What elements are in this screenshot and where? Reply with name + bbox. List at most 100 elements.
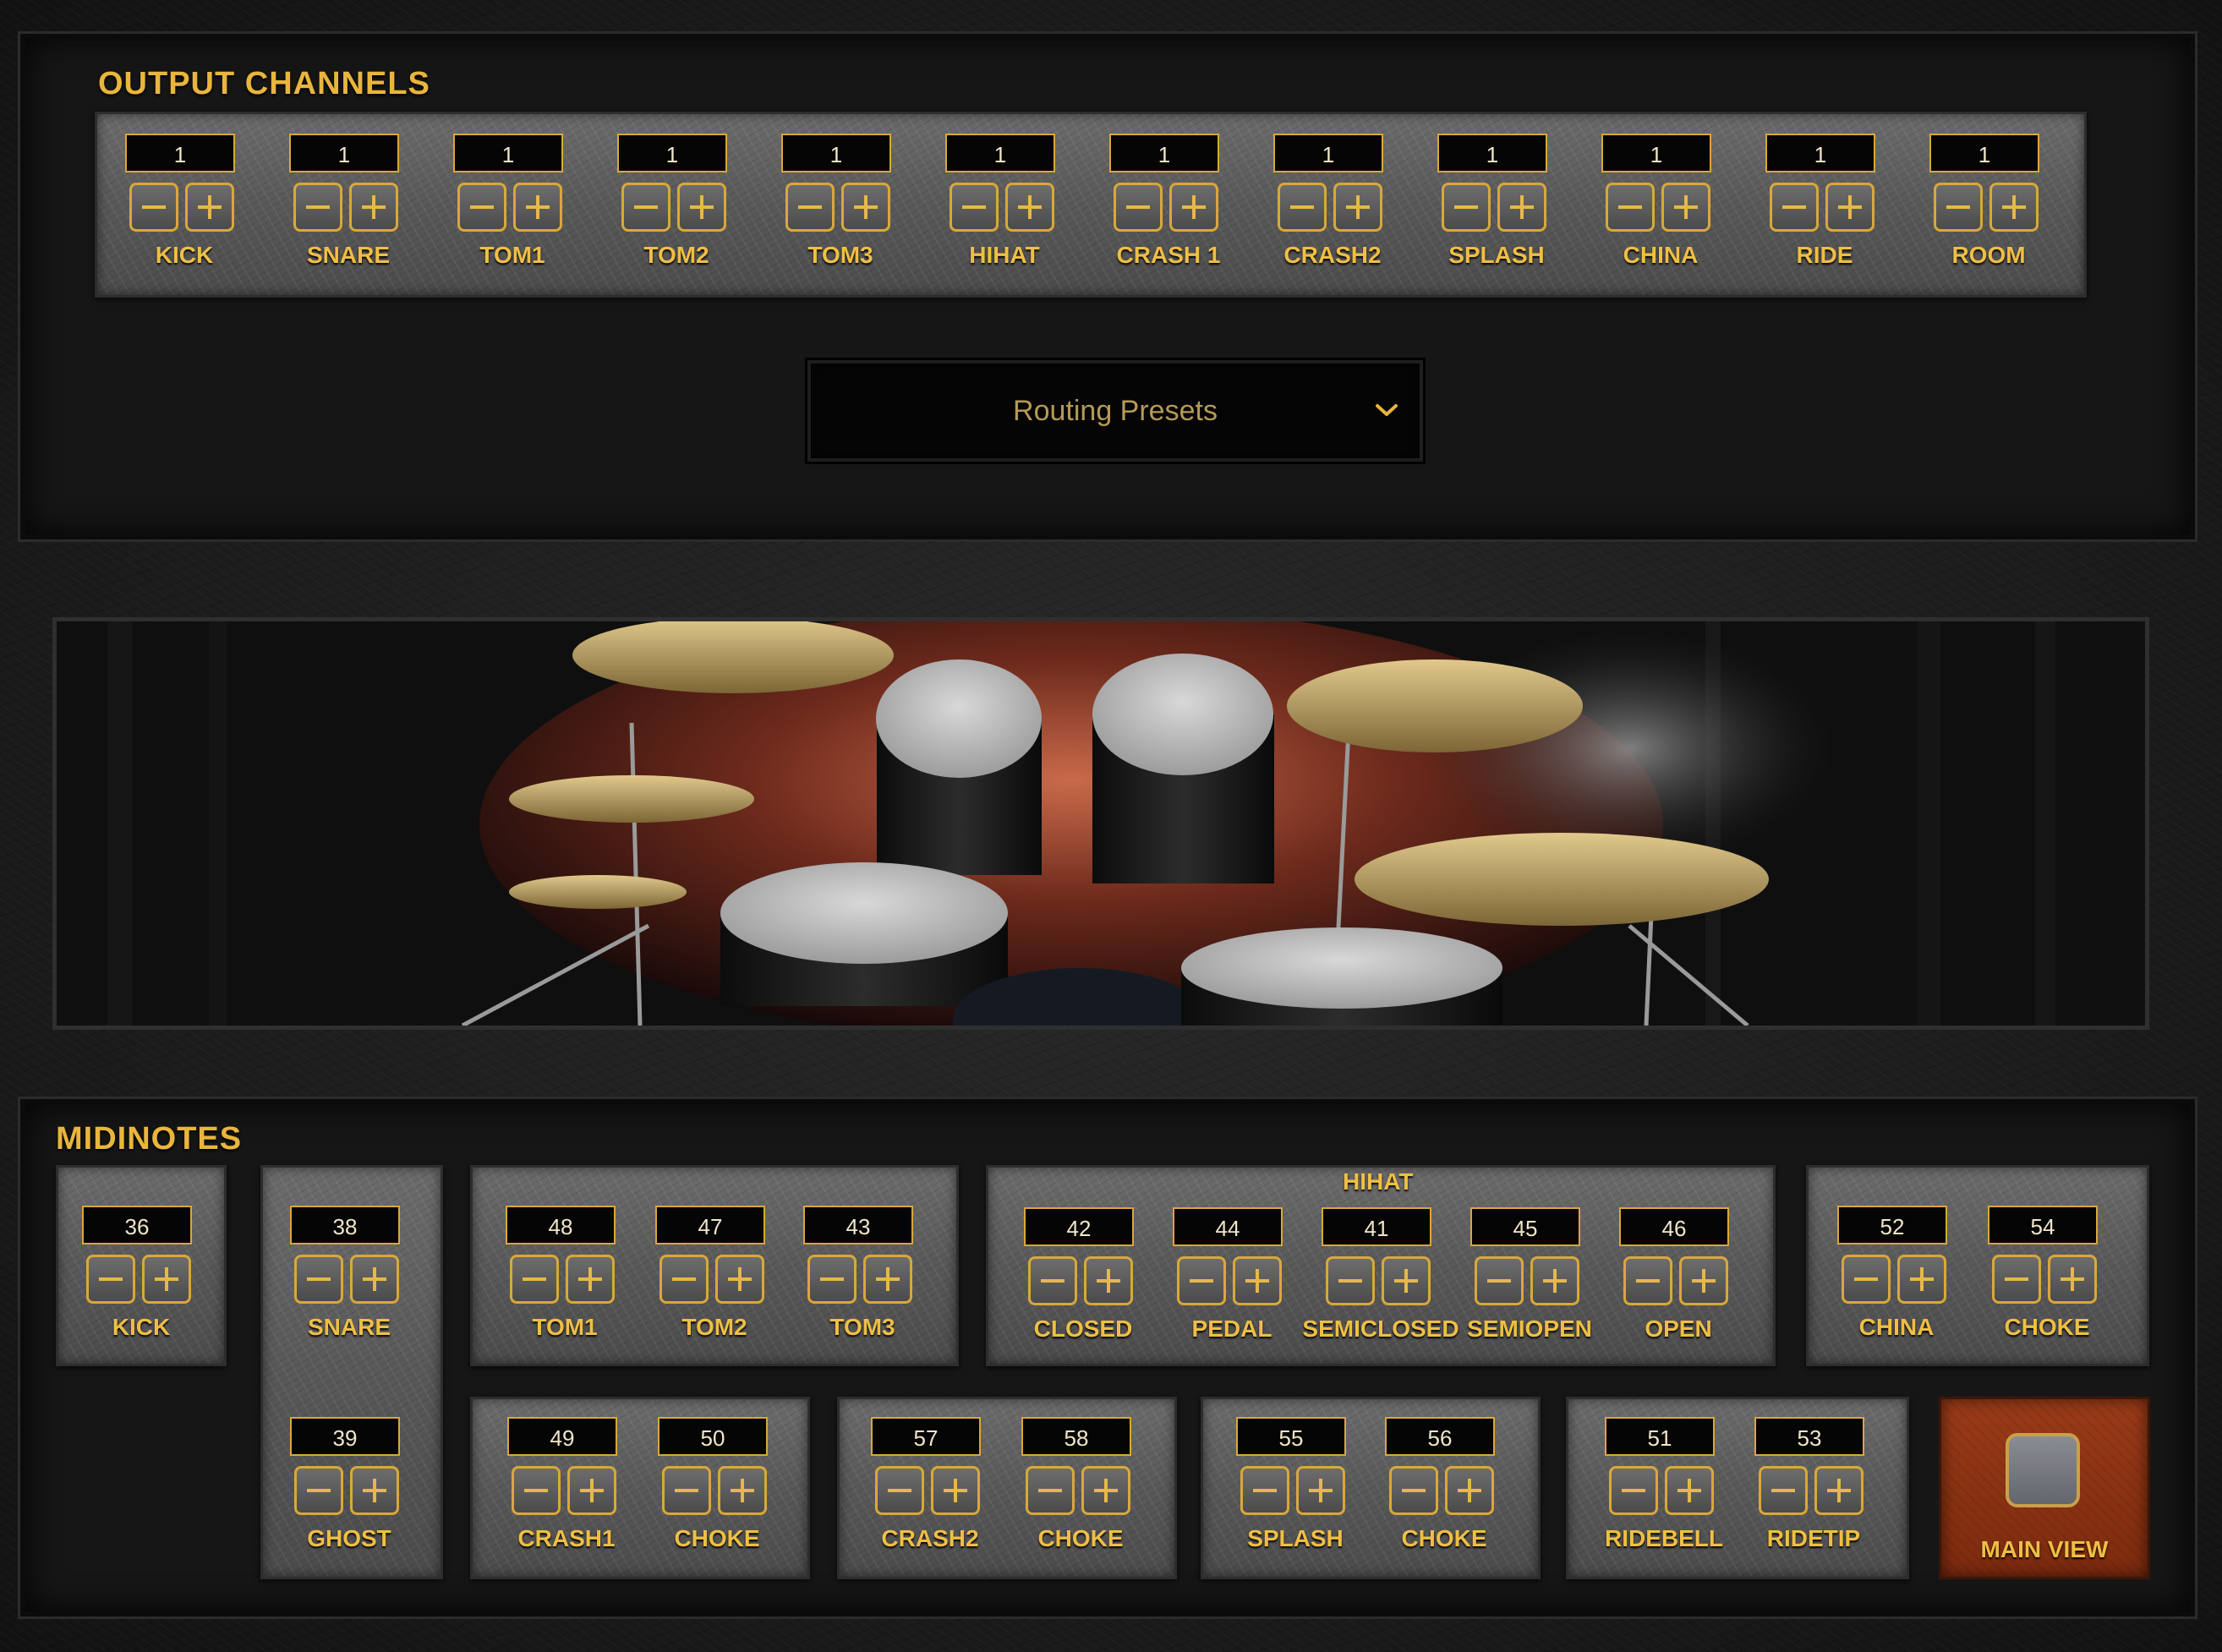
- midi-hihat-semiclosed-increment-button[interactable]: [1382, 1256, 1431, 1305]
- midi-china-decrement-button[interactable]: [1842, 1255, 1891, 1304]
- midi-tom1-increment-button[interactable]: [566, 1255, 615, 1304]
- midi-splash-increment-button[interactable]: [1296, 1466, 1345, 1515]
- midi-tom1-decrement-button[interactable]: [510, 1255, 559, 1304]
- midi-splash-choke-value-display[interactable]: 56: [1385, 1417, 1495, 1456]
- output-room-increment-button[interactable]: [1989, 183, 2039, 232]
- midi-hihat-semiclosed-decrement-button[interactable]: [1326, 1256, 1375, 1305]
- midi-china-choke-decrement-button[interactable]: [1992, 1255, 2041, 1304]
- output-tom1-decrement-button[interactable]: [457, 183, 506, 232]
- midi-tom1-value-display[interactable]: 48: [506, 1206, 616, 1244]
- main-view-button[interactable]: MAIN VIEW: [1939, 1397, 2150, 1579]
- midi-hihat-closed-increment-button[interactable]: [1084, 1256, 1133, 1305]
- midi-kick-increment-button[interactable]: [142, 1255, 191, 1304]
- midi-hihat-open-increment-button[interactable]: [1679, 1256, 1728, 1305]
- midi-tom3-value-display[interactable]: 43: [803, 1206, 913, 1244]
- output-ride-decrement-button[interactable]: [1770, 183, 1819, 232]
- midi-hihat-open-decrement-button[interactable]: [1623, 1256, 1672, 1305]
- midi-hihat-semiclosed-value-display[interactable]: 41: [1322, 1207, 1431, 1246]
- midi-splash-choke-increment-button[interactable]: [1445, 1466, 1494, 1515]
- output-crash2-decrement-button[interactable]: [1278, 183, 1327, 232]
- midi-tom2-value-display[interactable]: 47: [655, 1206, 765, 1244]
- output-tom3-decrement-button[interactable]: [785, 183, 835, 232]
- output-tom2-decrement-button[interactable]: [621, 183, 670, 232]
- midi-hihat-pedal-value-display[interactable]: 44: [1173, 1207, 1283, 1246]
- output-tom2-increment-button[interactable]: [677, 183, 726, 232]
- midi-crash1-increment-button[interactable]: [567, 1466, 616, 1515]
- midi-splash-decrement-button[interactable]: [1240, 1466, 1289, 1515]
- output-kick-increment-button[interactable]: [185, 183, 234, 232]
- midi-hihat-semiopen-decrement-button[interactable]: [1475, 1256, 1524, 1305]
- output-tom1-value-display[interactable]: 1: [453, 134, 563, 172]
- midi-snare-increment-button[interactable]: [350, 1255, 399, 1304]
- midi-tom3-increment-button[interactable]: [863, 1255, 912, 1304]
- midi-ridebell-increment-button[interactable]: [1665, 1466, 1714, 1515]
- output-snare-increment-button[interactable]: [349, 183, 398, 232]
- output-splash-value-display[interactable]: 1: [1437, 134, 1547, 172]
- midi-ridetip-decrement-button[interactable]: [1759, 1466, 1808, 1515]
- midi-tom2-increment-button[interactable]: [715, 1255, 764, 1304]
- output-hihat-decrement-button[interactable]: [950, 183, 999, 232]
- midi-ghost-decrement-button[interactable]: [294, 1466, 343, 1515]
- output-snare-value-display[interactable]: 1: [289, 134, 399, 172]
- output-tom2-value-display[interactable]: 1: [617, 134, 727, 172]
- midi-crash1-decrement-button[interactable]: [512, 1466, 561, 1515]
- midi-crash2-value-display[interactable]: 57: [871, 1417, 981, 1456]
- midi-splash-choke-decrement-button[interactable]: [1389, 1466, 1438, 1515]
- output-ride-increment-button[interactable]: [1825, 183, 1874, 232]
- midi-china-increment-button[interactable]: [1897, 1255, 1946, 1304]
- midi-ridetip-increment-button[interactable]: [1814, 1466, 1864, 1515]
- midi-crash2-increment-button[interactable]: [931, 1466, 980, 1515]
- output-hihat-increment-button[interactable]: [1005, 183, 1054, 232]
- midi-hihat-pedal-increment-button[interactable]: [1233, 1256, 1282, 1305]
- midi-tom3-decrement-button[interactable]: [807, 1255, 857, 1304]
- midi-hihat-closed-decrement-button[interactable]: [1028, 1256, 1077, 1305]
- output-room-value-display[interactable]: 1: [1929, 134, 2039, 172]
- midi-china-choke-increment-button[interactable]: [2048, 1255, 2097, 1304]
- output-tom3-value-display[interactable]: 1: [781, 134, 891, 172]
- midi-china-choke-value-display[interactable]: 54: [1988, 1206, 2098, 1244]
- output-ride-value-display[interactable]: 1: [1765, 134, 1875, 172]
- midi-china-value-display[interactable]: 52: [1837, 1206, 1947, 1244]
- midi-crash2-choke-increment-button[interactable]: [1081, 1466, 1130, 1515]
- routing-presets-dropdown[interactable]: Routing Presets: [807, 360, 1423, 462]
- midi-hihat-open-value-display[interactable]: 46: [1619, 1207, 1729, 1246]
- midi-ridetip-value-display[interactable]: 53: [1754, 1417, 1864, 1456]
- midi-ridebell-decrement-button[interactable]: [1609, 1466, 1658, 1515]
- output-crash1-decrement-button[interactable]: [1114, 183, 1163, 232]
- midi-ghost-increment-button[interactable]: [350, 1466, 399, 1515]
- output-crash1-increment-button[interactable]: [1169, 183, 1218, 232]
- midi-hihat-semiopen-value-display[interactable]: 45: [1470, 1207, 1580, 1246]
- midi-ghost-value-display[interactable]: 39: [290, 1417, 400, 1456]
- output-splash-increment-button[interactable]: [1497, 183, 1546, 232]
- midi-hihat-semiopen-increment-button[interactable]: [1530, 1256, 1579, 1305]
- output-china-increment-button[interactable]: [1661, 183, 1710, 232]
- output-splash-decrement-button[interactable]: [1442, 183, 1491, 232]
- midi-crash2-decrement-button[interactable]: [875, 1466, 924, 1515]
- midi-crash2-choke-value-display[interactable]: 58: [1021, 1417, 1131, 1456]
- midi-crash1-value-display[interactable]: 49: [507, 1417, 617, 1456]
- midi-hihat-closed-value-display[interactable]: 42: [1024, 1207, 1134, 1246]
- output-crash2-value-display[interactable]: 1: [1273, 134, 1383, 172]
- midi-crash1-choke-value-display[interactable]: 50: [658, 1417, 768, 1456]
- output-tom1-increment-button[interactable]: [513, 183, 562, 232]
- midi-crash2-choke-decrement-button[interactable]: [1026, 1466, 1075, 1515]
- midi-splash-value-display[interactable]: 55: [1236, 1417, 1346, 1456]
- output-crash2-increment-button[interactable]: [1333, 183, 1382, 232]
- midi-kick-value-display[interactable]: 36: [82, 1206, 192, 1244]
- midi-ridebell-value-display[interactable]: 51: [1605, 1417, 1715, 1456]
- output-snare-decrement-button[interactable]: [293, 183, 342, 232]
- output-kick-decrement-button[interactable]: [129, 183, 178, 232]
- midi-hihat-pedal-decrement-button[interactable]: [1177, 1256, 1226, 1305]
- output-crash1-value-display[interactable]: 1: [1109, 134, 1219, 172]
- output-room-decrement-button[interactable]: [1934, 183, 1983, 232]
- output-hihat-value-display[interactable]: 1: [945, 134, 1055, 172]
- output-china-value-display[interactable]: 1: [1601, 134, 1711, 172]
- output-china-decrement-button[interactable]: [1606, 183, 1655, 232]
- midi-snare-decrement-button[interactable]: [294, 1255, 343, 1304]
- output-kick-value-display[interactable]: 1: [125, 134, 235, 172]
- midi-tom2-decrement-button[interactable]: [659, 1255, 709, 1304]
- midi-snare-value-display[interactable]: 38: [290, 1206, 400, 1244]
- midi-crash1-choke-decrement-button[interactable]: [662, 1466, 711, 1515]
- midi-kick-decrement-button[interactable]: [86, 1255, 135, 1304]
- midi-crash1-choke-increment-button[interactable]: [718, 1466, 767, 1515]
